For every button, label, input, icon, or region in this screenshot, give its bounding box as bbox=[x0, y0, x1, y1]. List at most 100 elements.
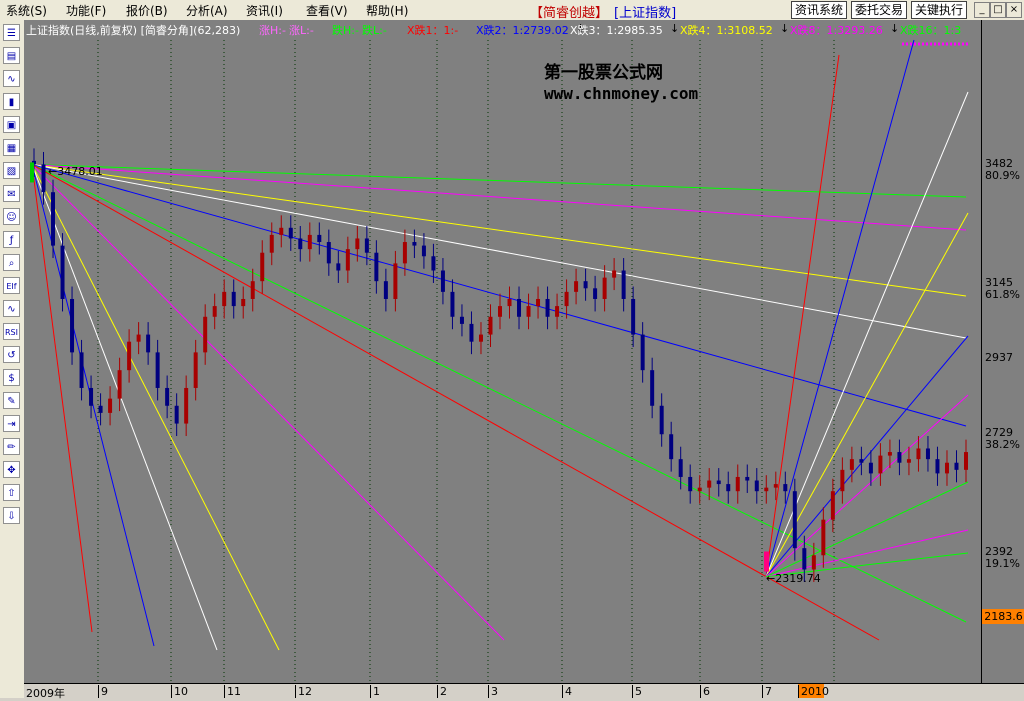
menu-system[interactable]: 系统(S) bbox=[6, 2, 47, 19]
candle-body bbox=[146, 334, 151, 353]
indicator-value: X跌3：1:2985.35 bbox=[570, 24, 663, 37]
candle-body bbox=[640, 334, 645, 371]
maximize-button[interactable]: □ bbox=[990, 2, 1006, 18]
pencil-icon[interactable]: ✏ bbox=[3, 438, 20, 455]
candle-body bbox=[402, 242, 407, 264]
wave-icon[interactable]: ∿ bbox=[3, 300, 20, 317]
exit-icon[interactable]: ⇥ bbox=[3, 415, 20, 432]
candle-body bbox=[165, 387, 170, 406]
close-button[interactable]: × bbox=[1006, 2, 1022, 18]
kline-chart-icon[interactable]: ▮ bbox=[3, 93, 20, 110]
mail-icon[interactable]: ✉ bbox=[3, 185, 20, 202]
candle-body bbox=[707, 480, 712, 488]
candle-body bbox=[117, 370, 122, 399]
candle-body bbox=[317, 234, 322, 243]
candle-body bbox=[98, 405, 103, 413]
candle-body bbox=[783, 484, 788, 492]
menu-quote[interactable]: 报价(B) bbox=[126, 2, 168, 19]
candle-body bbox=[250, 281, 255, 299]
candle-body bbox=[849, 459, 854, 470]
indicator-value: 跌H:- bbox=[332, 24, 359, 37]
chart-header: 上证指数(日线,前复权) [简睿分角](62,283) 涨H:- 涨L:- 跌H:-… bbox=[24, 22, 981, 38]
history-icon[interactable]: ↺ bbox=[3, 346, 20, 363]
minimize-button[interactable]: _ bbox=[974, 2, 990, 18]
grid-icon[interactable]: ▦ bbox=[3, 139, 20, 156]
key-exec-button[interactable]: 关键执行 bbox=[911, 1, 968, 19]
down-arrow-icon: ↓ bbox=[890, 22, 900, 35]
fan-line bbox=[31, 164, 93, 633]
candle-body bbox=[897, 452, 902, 463]
low-marker bbox=[764, 551, 769, 572]
ew-icon[interactable]: EIf bbox=[3, 277, 20, 294]
candle-body bbox=[925, 448, 930, 460]
info-system-button[interactable]: 资讯系统 bbox=[791, 1, 848, 19]
tools-icon[interactable]: ✎ bbox=[3, 392, 20, 409]
candle-body bbox=[478, 334, 483, 342]
formula-icon[interactable]: ƒ bbox=[3, 231, 20, 248]
date-label: 10 bbox=[171, 685, 188, 698]
quote-list-icon[interactable]: ☰ bbox=[3, 24, 20, 41]
fan-line bbox=[31, 163, 967, 231]
menu-help[interactable]: 帮助(H) bbox=[366, 2, 408, 19]
menu-function[interactable]: 功能(F) bbox=[66, 2, 106, 19]
candle-body bbox=[678, 459, 683, 477]
stock-list-icon[interactable]: ▤ bbox=[3, 47, 20, 64]
candle-body bbox=[964, 452, 968, 470]
users-icon[interactable]: ☺ bbox=[3, 208, 20, 225]
chart-canvas[interactable] bbox=[24, 20, 981, 683]
candle-body bbox=[659, 405, 664, 435]
rsi-icon[interactable]: RSI bbox=[3, 323, 20, 340]
move-icon[interactable]: ✥ bbox=[3, 461, 20, 478]
menu-info[interactable]: 资讯(I) bbox=[246, 2, 283, 19]
chart-area[interactable]: 上证指数(日线,前复权) [简睿分角](62,283) 涨H:- 涨L:- 跌H:-… bbox=[24, 20, 981, 683]
menu-bar: 系统(S) 功能(F) 报价(B) 分析(A) 资讯(I) 查看(V) 帮助(H… bbox=[0, 0, 1024, 21]
report-icon[interactable]: ▧ bbox=[3, 162, 20, 179]
candle-body bbox=[498, 306, 502, 317]
fib-level-label: 38.2% bbox=[985, 438, 1020, 451]
candle-body bbox=[212, 306, 217, 317]
line-chart-icon[interactable]: ∿ bbox=[3, 70, 20, 87]
watermark-name: 第一股票公式网 bbox=[544, 63, 663, 83]
candle-body bbox=[288, 227, 293, 239]
last-price-badge: 2183.6 bbox=[982, 609, 1024, 624]
fan-line bbox=[31, 163, 967, 297]
date-label: 2 bbox=[437, 685, 447, 698]
candle-body bbox=[935, 459, 940, 474]
candle-body bbox=[127, 341, 132, 371]
date-label: 1 bbox=[370, 685, 380, 698]
menu-view[interactable]: 查看(V) bbox=[306, 2, 348, 19]
down-arrow-icon[interactable]: ⇩ bbox=[3, 507, 20, 524]
search-icon[interactable]: ⌕ bbox=[3, 254, 20, 271]
candle-body bbox=[459, 316, 464, 324]
candle-body bbox=[108, 398, 113, 413]
date-label: 4 bbox=[562, 685, 572, 698]
candle-body bbox=[431, 256, 436, 271]
candle-body bbox=[811, 555, 816, 570]
date-label: 11 bbox=[224, 685, 241, 698]
candle-body bbox=[906, 459, 911, 463]
date-label: 12 bbox=[295, 685, 312, 698]
candle-body bbox=[507, 298, 512, 307]
candle-body bbox=[355, 238, 360, 250]
candle-body bbox=[944, 462, 949, 474]
watermark-url: www.chnmoney.com bbox=[544, 84, 699, 103]
date-label: 7 bbox=[762, 685, 772, 698]
money-icon[interactable]: $ bbox=[3, 369, 20, 386]
candle-body bbox=[51, 192, 56, 246]
price-axis: 3482 80.9% 3145 61.8% 2937 2729 38.2% 23… bbox=[981, 20, 1024, 683]
candle-body bbox=[450, 291, 455, 317]
entrust-trade-button[interactable]: 委托交易 bbox=[851, 1, 908, 19]
candle-body bbox=[840, 469, 845, 492]
candle-body bbox=[545, 298, 550, 317]
up-arrow-icon[interactable]: ⇧ bbox=[3, 484, 20, 501]
candle-body bbox=[79, 352, 84, 388]
window-icon[interactable]: ▣ bbox=[3, 116, 20, 133]
candle-body bbox=[374, 252, 379, 282]
candle-body bbox=[345, 249, 350, 271]
fib-level-label: 61.8% bbox=[985, 288, 1020, 301]
fan-line bbox=[31, 164, 505, 641]
fan-line bbox=[31, 163, 967, 198]
date-label: 3 bbox=[488, 685, 498, 698]
candle-body bbox=[231, 291, 236, 307]
menu-analysis[interactable]: 分析(A) bbox=[186, 2, 228, 19]
